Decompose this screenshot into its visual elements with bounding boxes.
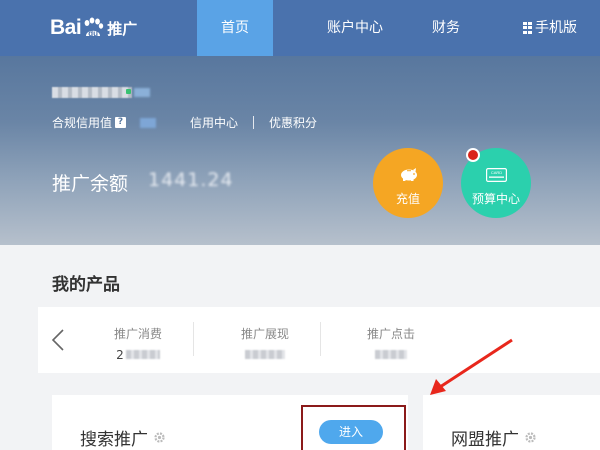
online-status-icon	[126, 89, 131, 94]
recharge-label: 充值	[395, 192, 420, 206]
credit-label: 合规信用值	[52, 116, 113, 130]
search-promotion-title: 搜索推广	[80, 430, 148, 450]
logo-du-text: du	[88, 29, 99, 38]
divider	[320, 322, 321, 356]
nav-account-center[interactable]: 账户中心	[300, 0, 410, 56]
divider	[193, 322, 194, 356]
gear-icon[interactable]	[153, 431, 166, 444]
search-promotion-card: 搜索推广 进入	[52, 395, 408, 450]
stat-value-redacted	[125, 350, 160, 359]
stat-value	[220, 349, 310, 360]
enter-button[interactable]: 进入	[319, 420, 383, 444]
logo-text: Bai	[50, 16, 82, 39]
chevron-left-icon[interactable]	[51, 329, 65, 351]
budget-center-label: 预算中心	[471, 192, 520, 206]
products-title: 我的产品	[52, 275, 120, 295]
piggy-bank-icon	[401, 168, 417, 181]
balance-label: 推广余额	[52, 173, 129, 195]
card-title: 搜索推广	[80, 425, 166, 450]
gear-icon[interactable]	[524, 431, 537, 444]
logo-suffix: 推广	[107, 19, 138, 38]
paw-icon: du	[82, 17, 104, 39]
points-link[interactable]: 优惠积分	[269, 114, 317, 131]
stat-value-redacted	[375, 350, 407, 359]
nav-mobile[interactable]: 手机版	[505, 0, 595, 56]
stat-spend: 推广消费 2	[93, 325, 183, 362]
card-icon: CARD	[486, 168, 507, 182]
nav-mobile-label: 手机版	[535, 20, 577, 36]
balance-value: 1441.24	[148, 169, 234, 191]
notification-dot	[466, 148, 480, 162]
network-promotion-title: 网盟推广	[451, 430, 519, 450]
help-icon[interactable]: ?	[115, 117, 127, 128]
stat-value-text: 2	[116, 347, 124, 362]
recharge-button[interactable]: 充值	[373, 148, 443, 218]
stat-impressions: 推广展现	[220, 325, 310, 360]
card-icon-text: CARD	[491, 170, 502, 175]
user-badge-redacted	[134, 88, 150, 97]
divider	[253, 116, 255, 129]
stat-label: 推广展现	[240, 327, 289, 341]
username-redacted	[52, 87, 132, 98]
nav-finance[interactable]: 财务	[420, 0, 472, 56]
mobile-grid-icon	[523, 22, 532, 34]
annotation-arrow-icon	[430, 338, 513, 395]
card-title: 网盟推广	[451, 425, 537, 450]
baidu-logo[interactable]: Bai du 推广	[50, 14, 137, 42]
top-nav: Bai du 推广 首页 账户中心 财务 手机版	[0, 0, 600, 56]
account-summary: 合规信用值 ? 信用中心 优惠积分 推广余额 1441.24 充值 CARD 预…	[0, 56, 600, 245]
stat-value-redacted	[245, 350, 285, 359]
credit-value-redacted	[140, 117, 157, 128]
nav-home[interactable]: 首页	[197, 0, 273, 56]
stat-label: 推广消费	[113, 327, 162, 341]
stat-value: 2	[93, 347, 183, 362]
credit-center-link[interactable]: 信用中心	[190, 114, 238, 131]
credit-row: 合规信用值 ? 信用中心 优惠积分	[52, 114, 317, 131]
